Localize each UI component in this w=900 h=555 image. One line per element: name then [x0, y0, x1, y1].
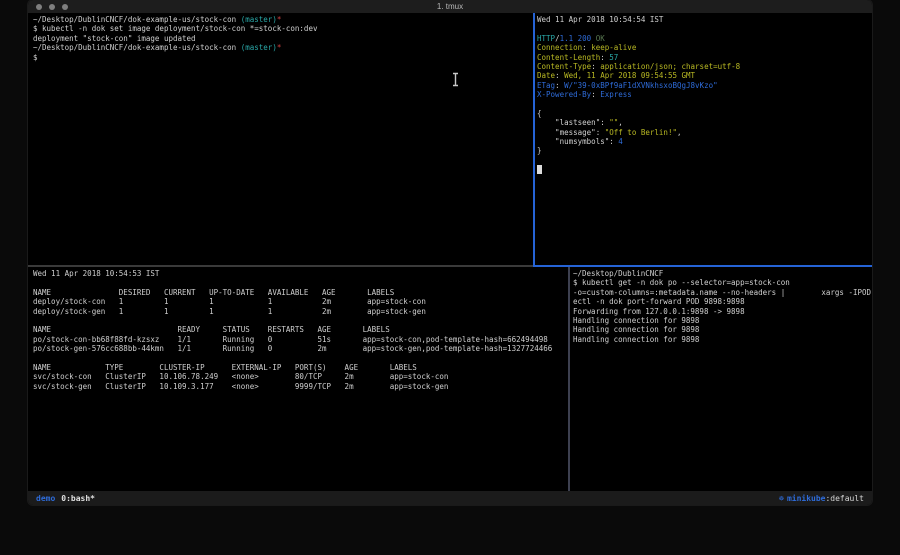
terminal-line: NAME DESIRED CURRENT UP-TO-DATE AVAILABL… [33, 288, 573, 297]
terminal-line: NAME TYPE CLUSTER-IP EXTERNAL-IP PORT(S)… [33, 363, 573, 372]
tmux-session-name: demo [36, 494, 55, 503]
terminal-line: Handling connection for 9898 [573, 316, 872, 325]
terminal-line [33, 316, 573, 325]
window-title: 1. tmux [28, 2, 872, 11]
terminal-line: po/stock-con-bb68f88fd-kzsxz 1/1 Running… [33, 335, 573, 344]
terminal-line: ~/Desktop/DublinCNCF [573, 269, 872, 278]
pane-divider-vertical-bottom[interactable] [568, 267, 570, 491]
terminal-line [537, 165, 872, 174]
kube-namespace: :default [825, 494, 864, 503]
pane-bottom-right-port-forward[interactable]: ~/Desktop/DublinCNCF$ kubectl get -n dok… [570, 267, 872, 491]
terminal-line: Wed 11 Apr 2018 10:54:54 IST [537, 15, 872, 24]
text-cursor-pointer-icon [451, 72, 460, 87]
terminal-line: deploy/stock-con 1 1 1 1 2m app=stock-co… [33, 297, 573, 306]
terminal-line: Handling connection for 9898 [573, 335, 872, 344]
tmux-window-tab[interactable]: 0:bash* [61, 494, 95, 503]
terminal-line: svc/stock-gen ClusterIP 10.109.3.177 <no… [33, 382, 573, 391]
terminal-line: "lastseen": "", [537, 118, 872, 127]
terminal-line [537, 100, 872, 109]
terminal-line: Forwarding from 127.0.0.1:9898 -> 9898 [573, 307, 872, 316]
terminal-line: Connection: keep-alive [537, 43, 872, 52]
pane-top-right-http-response[interactable]: Wed 11 Apr 2018 10:54:54 IST HTTP/1.1 20… [535, 13, 872, 267]
terminal-line: svc/stock-con ClusterIP 10.106.78.249 <n… [33, 372, 573, 381]
terminal-line: ETag: W/"39-0xBPf9aF1dXVNkhsxoBQgJ8vKzo" [537, 81, 872, 90]
terminal-line: ~/Desktop/DublinCNCF/dok-example-us/stoc… [33, 43, 538, 52]
terminal-line: ~/Desktop/DublinCNCF/dok-example-us/stoc… [33, 15, 538, 24]
terminal-line: -o=custom-columns=:metadata.name --no-he… [573, 288, 872, 297]
pane-top-left-shell[interactable]: ~/Desktop/DublinCNCF/dok-example-us/stoc… [28, 13, 538, 267]
terminal-window: 1. tmux ~/Desktop/DublinCNCF/dok-example… [28, 0, 872, 505]
terminal-line: } [537, 146, 872, 155]
terminal-line: Content-Type: application/json; charset=… [537, 62, 872, 71]
pane-divider-horizontal-left[interactable] [28, 265, 533, 267]
kubernetes-icon: ☸ [779, 494, 784, 503]
terminal-line [537, 24, 872, 33]
tmux-terminal: ~/Desktop/DublinCNCF/dok-example-us/stoc… [28, 13, 872, 491]
pane-divider-vertical-top[interactable] [533, 13, 535, 265]
terminal-line: Date: Wed, 11 Apr 2018 09:54:55 GMT [537, 71, 872, 80]
tmux-status-bar: demo 0:bash* ☸ minikube :default [28, 491, 872, 505]
terminal-line: deploy/stock-gen 1 1 1 1 2m app=stock-ge… [33, 307, 573, 316]
kube-context: minikube [787, 494, 826, 503]
terminal-line: deployment "stock-con" image updated [33, 34, 538, 43]
terminal-line: X-Powered-By: Express [537, 90, 872, 99]
terminal-line [33, 354, 573, 363]
terminal-line: ectl -n dok port-forward POD 9898:9898 [573, 297, 872, 306]
desktop-background: 1. tmux ~/Desktop/DublinCNCF/dok-example… [0, 0, 900, 555]
terminal-line: $ kubectl get -n dok po --selector=app=s… [573, 278, 872, 287]
terminal-line: NAME READY STATUS RESTARTS AGE LABELS [33, 325, 573, 334]
terminal-line: "numsymbols": 4 [537, 137, 872, 146]
terminal-line [33, 278, 573, 287]
window-titlebar[interactable]: 1. tmux [28, 0, 872, 13]
terminal-line: Wed 11 Apr 2018 10:54:53 IST [33, 269, 573, 278]
pane-divider-horizontal-right[interactable] [533, 265, 872, 267]
terminal-line: Content-Length: 57 [537, 53, 872, 62]
terminal-line: Handling connection for 9898 [573, 325, 872, 334]
terminal-line: po/stock-gen-576cc688bb-44kmn 1/1 Runnin… [33, 344, 573, 353]
terminal-line: $ [33, 53, 538, 62]
terminal-line: HTTP/1.1 200 OK [537, 34, 872, 43]
terminal-line: "message": "Off to Berlin!", [537, 128, 872, 137]
terminal-line [537, 156, 872, 165]
pane-bottom-left-kubectl-watch[interactable]: Wed 11 Apr 2018 10:54:53 IST NAME DESIRE… [28, 267, 573, 491]
terminal-line: { [537, 109, 872, 118]
terminal-line: $ kubectl -n dok set image deployment/st… [33, 24, 538, 33]
